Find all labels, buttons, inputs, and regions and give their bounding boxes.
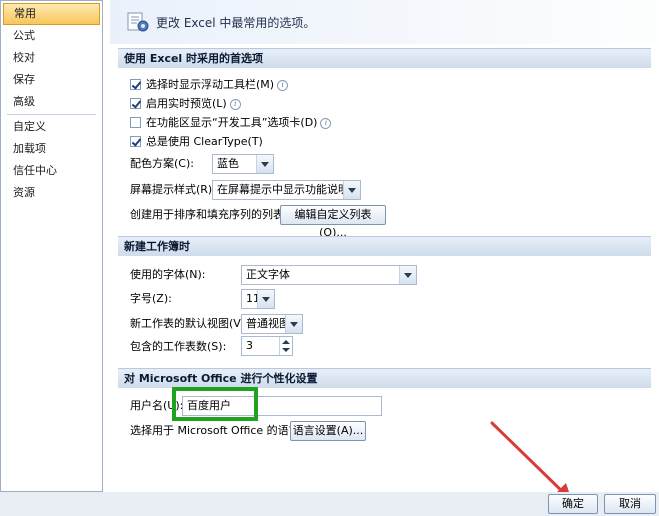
option-label: 启用实时预览(L) [146, 97, 227, 110]
font-dropdown[interactable]: 正文字体 [241, 265, 417, 285]
highlight-box [172, 387, 258, 421]
options-sidebar: 常用 公式 校对 保存 高级 自定义 加载项 信任中心 资源 [0, 0, 103, 492]
edit-custom-lists-button[interactable]: 编辑自定义列表(O)... [280, 205, 386, 239]
sidebar-item-addins[interactable]: 加载项 [1, 138, 102, 160]
page-title: 更改 Excel 中最常用的选项。 [156, 16, 316, 30]
option-mini-toolbar[interactable]: 选择时显示浮动工具栏(M) i [130, 75, 289, 95]
sidebar-item-resources[interactable]: 资源 [1, 182, 102, 204]
option-developer-tab[interactable]: 在功能区显示“开发工具”选项卡(D) i [130, 113, 332, 133]
chevron-down-icon[interactable] [282, 348, 290, 352]
default-view-dropdown[interactable]: 普通视图 [241, 314, 303, 334]
chevron-down-icon[interactable] [257, 290, 274, 308]
sheet-count-spinner[interactable]: 3 [241, 336, 293, 356]
info-icon: i [277, 80, 289, 91]
checkbox-live-preview[interactable] [130, 98, 141, 109]
options-icon [127, 12, 149, 32]
chevron-up-icon[interactable] [282, 340, 290, 344]
tooltip-style-dropdown[interactable]: 在屏幕提示中显示功能说明 [212, 180, 361, 200]
sidebar-divider [7, 114, 96, 115]
spinner-buttons[interactable] [279, 337, 292, 355]
chevron-down-icon[interactable] [399, 266, 416, 284]
section-header-personalize: 对 Microsoft Office 进行个性化设置 [118, 368, 651, 388]
info-icon: i [229, 99, 241, 110]
color-scheme-dropdown[interactable]: 蓝色 [212, 154, 274, 174]
default-view-label: 新工作表的默认视图(V): [130, 317, 249, 330]
option-cleartype[interactable]: 总是使用 ClearType(T) [130, 132, 263, 152]
font-size-dropdown[interactable]: 11 [241, 289, 275, 309]
dropdown-value: 在屏幕提示中显示功能说明 [217, 183, 349, 196]
sidebar-item-popular[interactable]: 常用 [3, 3, 100, 25]
sidebar-item-save[interactable]: 保存 [1, 69, 102, 91]
chevron-down-icon[interactable] [285, 315, 302, 333]
checkbox-cleartype[interactable] [130, 136, 141, 147]
ok-button[interactable]: 确定 [548, 494, 598, 514]
custom-list-label: 创建用于排序和填充序列的列表: [130, 208, 288, 221]
dialog-footer: 确定 取消 [0, 492, 659, 516]
sidebar-item-advanced[interactable]: 高级 [1, 91, 102, 113]
font-label: 使用的字体(N): [130, 268, 206, 281]
banner: 更改 Excel 中最常用的选项。 [110, 0, 659, 44]
checkbox-mini-toolbar[interactable] [130, 79, 141, 90]
language-label: 选择用于 Microsoft Office 的语言: [130, 424, 304, 437]
chevron-down-icon[interactable] [343, 181, 360, 199]
dropdown-value: 普通视图 [246, 317, 290, 330]
language-settings-button[interactable]: 语言设置(A)... [290, 421, 366, 441]
font-size-label: 字号(Z): [130, 292, 172, 305]
section-header-new-workbook: 新建工作簿时 [118, 236, 651, 256]
sidebar-item-customize[interactable]: 自定义 [1, 116, 102, 138]
option-label: 在功能区显示“开发工具”选项卡(D) [146, 116, 318, 129]
dropdown-value: 正文字体 [246, 268, 290, 281]
info-icon: i [320, 118, 332, 129]
option-label: 选择时显示浮动工具栏(M) [146, 78, 275, 91]
sidebar-item-formulas[interactable]: 公式 [1, 25, 102, 47]
spinner-value: 3 [246, 339, 253, 352]
tooltip-style-label: 屏幕提示样式(R): [130, 183, 216, 196]
dropdown-value: 蓝色 [217, 157, 239, 170]
option-label: 总是使用 ClearType(T) [146, 135, 263, 148]
color-scheme-label: 配色方案(C): [130, 157, 194, 170]
checkbox-developer-tab[interactable] [130, 117, 141, 128]
cancel-button[interactable]: 取消 [604, 494, 656, 514]
option-live-preview[interactable]: 启用实时预览(L) i [130, 94, 241, 114]
sidebar-item-trust-center[interactable]: 信任中心 [1, 160, 102, 182]
section-header-preferences: 使用 Excel 时采用的首选项 [118, 48, 651, 68]
sheet-count-label: 包含的工作表数(S): [130, 340, 227, 353]
chevron-down-icon[interactable] [256, 155, 273, 173]
sidebar-item-proofing[interactable]: 校对 [1, 47, 102, 69]
